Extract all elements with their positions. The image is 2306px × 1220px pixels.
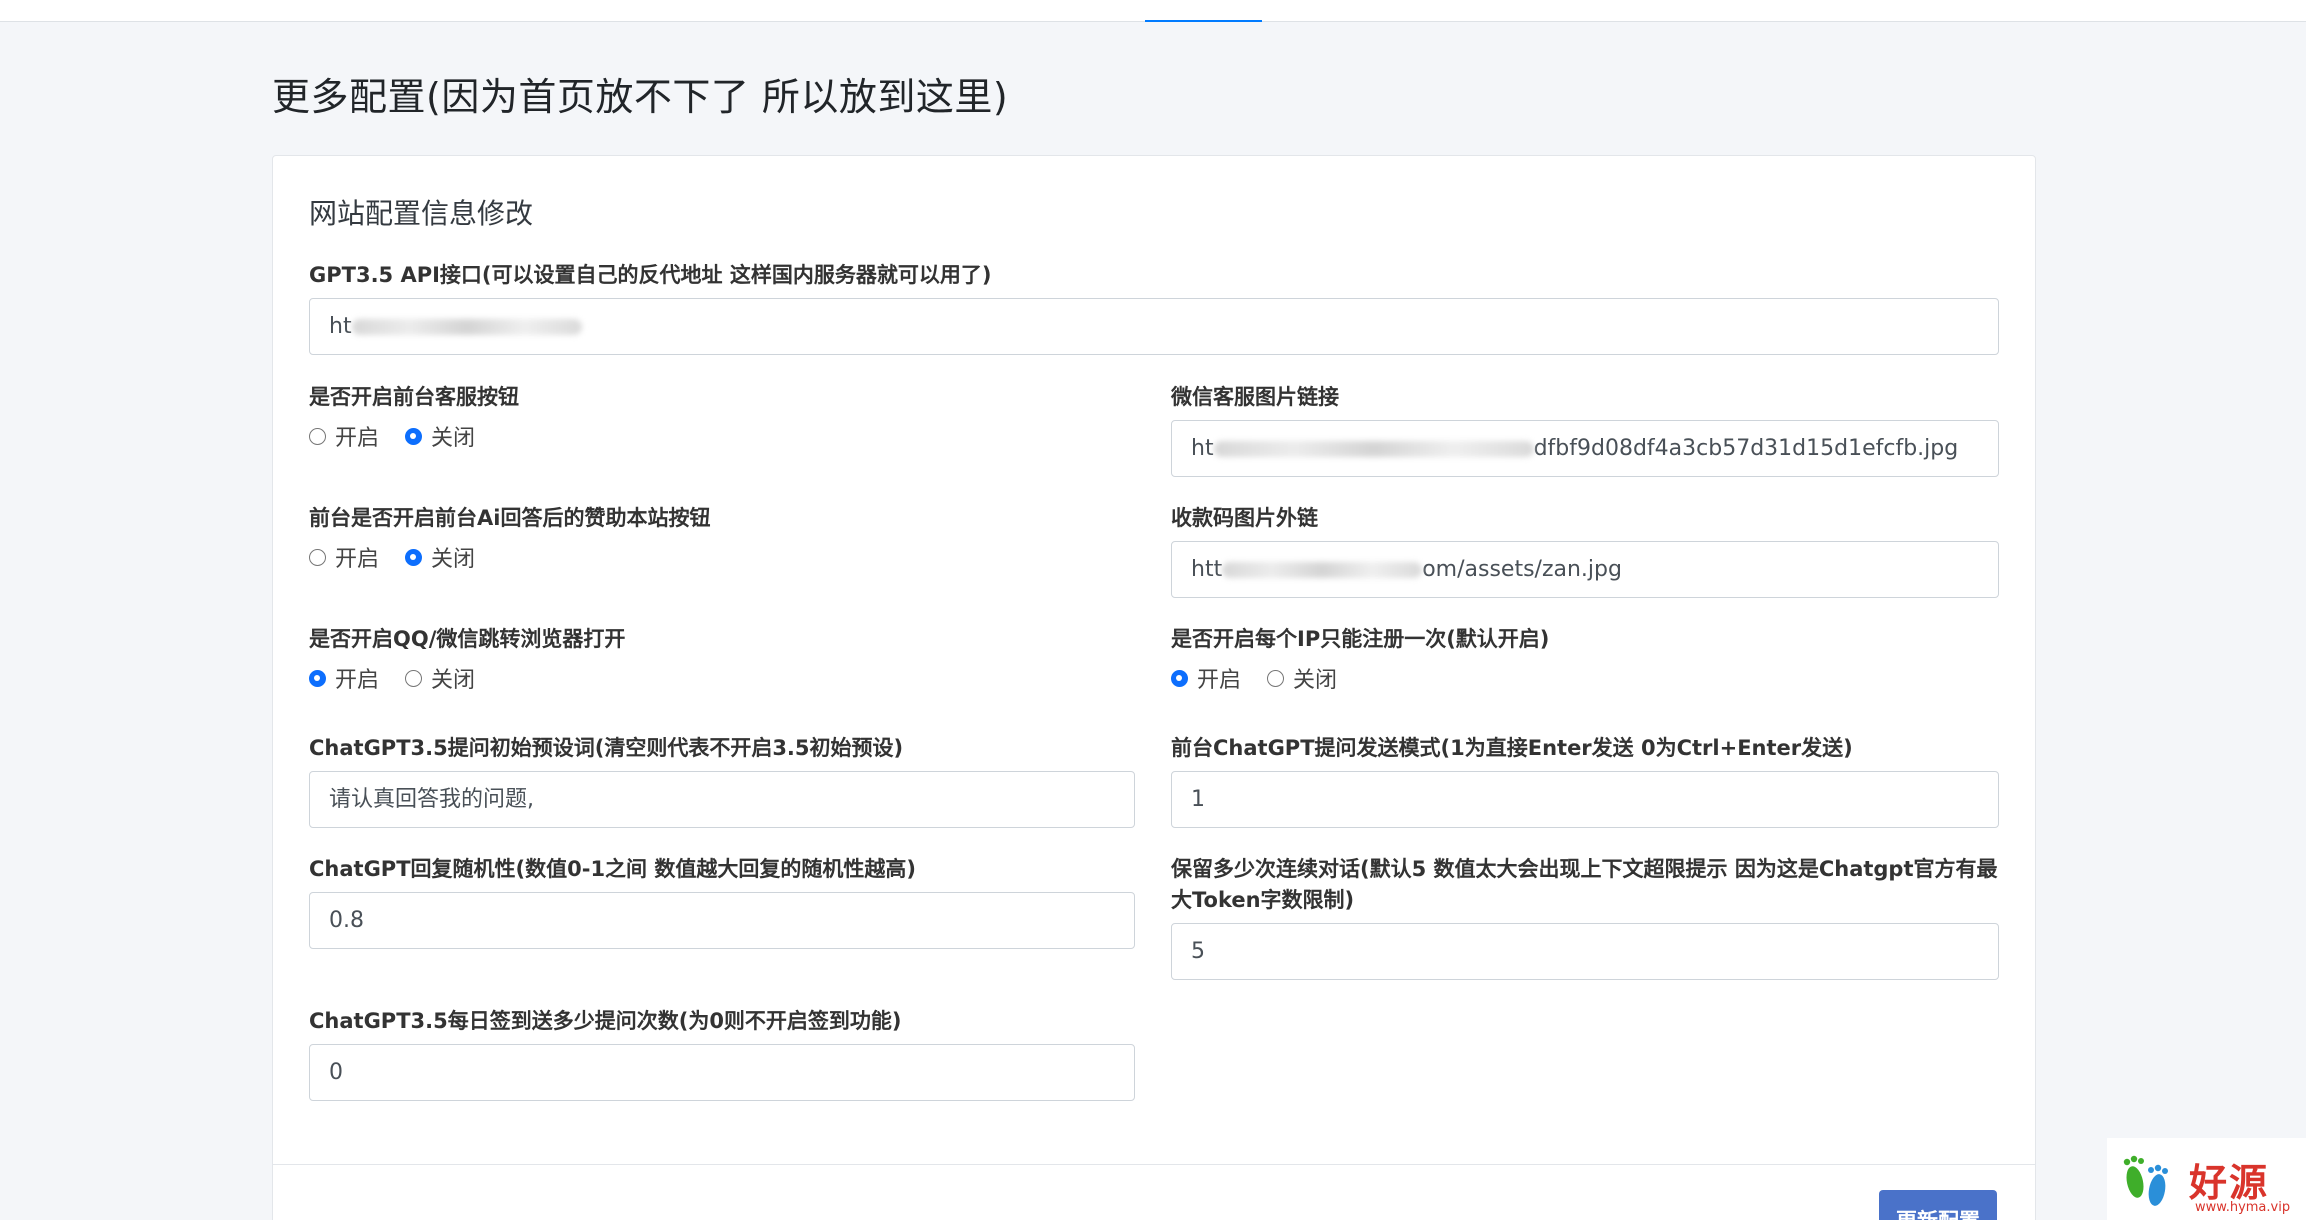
radio-unchecked-icon[interactable] (405, 669, 423, 687)
browser-jump-radios: 开启 关闭 (309, 663, 1135, 693)
send-mode-label: 前台ChatGPT提问发送模式(1为直接Enter发送 0为Ctrl+Enter… (1171, 736, 1853, 760)
wechat-image-field: 微信客服图片链接 ht dfbf9d08df4a3cb57d31d15d1efcf… (1171, 382, 1999, 477)
randomness-label: ChatGPT回复随机性(数值0-1之间 数值越大回复的随机性越高) (309, 857, 916, 881)
radio-checked-icon[interactable] (1171, 669, 1188, 687)
ip-once-radios: 开启 关闭 (1171, 663, 1999, 693)
redacted-blur (1222, 562, 1423, 578)
radio-unchecked-icon[interactable] (1267, 669, 1285, 687)
wechat-image-label: 微信客服图片链接 (1171, 385, 1339, 409)
radio-checked-icon[interactable] (405, 427, 423, 445)
send-mode-input[interactable]: 1 (1171, 771, 1999, 828)
top-navbar (0, 0, 2306, 22)
preset-prompt-label: ChatGPT3.5提问初始预设词(清空则代表不开启3.5初始预设) (309, 736, 904, 760)
card-footer-divider (273, 1164, 2035, 1165)
browser-jump-label: 是否开启QQ/微信跳转浏览器打开 (309, 627, 626, 651)
footprint-logo-icon (2123, 1155, 2168, 1206)
qr-image-field: 收款码图片外链 htt om/assets/zan.jpg (1171, 503, 1999, 598)
ip-once-option-on[interactable]: 开启 (1171, 662, 1241, 694)
checkin-input[interactable]: 0 (309, 1044, 1135, 1101)
ip-once-option-off[interactable]: 关闭 (1267, 662, 1337, 694)
checkin-label: ChatGPT3.5每日签到送多少提问次数(为0则不开启签到功能) (309, 1009, 902, 1033)
browser-jump-option-on[interactable]: 开启 (309, 662, 379, 694)
redacted-blur (351, 319, 582, 335)
radio-checked-icon[interactable] (309, 669, 326, 687)
checkin-field: ChatGPT3.5每日签到送多少提问次数(为0则不开启签到功能) 0 (309, 1006, 1135, 1101)
wechat-image-input[interactable]: ht dfbf9d08df4a3cb57d31d15d1efcfb.jpg (1171, 420, 1999, 477)
qr-image-label: 收款码图片外链 (1171, 506, 1318, 530)
browser-jump-option-off[interactable]: 关闭 (405, 662, 475, 694)
ip-once-field: 是否开启每个IP只能注册一次(默认开启) 开启 关闭 (1171, 624, 1999, 693)
preset-prompt-field: ChatGPT3.5提问初始预设词(清空则代表不开启3.5初始预设) 请认真回答… (309, 733, 1135, 828)
sponsor-button-label: 前台是否开启前台Ai回答后的赞助本站按钮 (309, 506, 711, 530)
preset-prompt-input[interactable]: 请认真回答我的问题, (309, 771, 1135, 828)
sponsor-button-option-on[interactable]: 开启 (309, 541, 379, 573)
service-button-radios: 开启 关闭 (309, 421, 1135, 451)
card-title: 网站配置信息修改 (309, 197, 534, 230)
browser-jump-field: 是否开启QQ/微信跳转浏览器打开 开启 关闭 (309, 624, 1135, 693)
send-mode-field: 前台ChatGPT提问发送模式(1为直接Enter发送 0为Ctrl+Enter… (1171, 733, 1999, 828)
qr-image-input[interactable]: htt om/assets/zan.jpg (1171, 541, 1999, 598)
page-title: 更多配置(因为首页放不下了 所以放到这里) (272, 75, 1009, 119)
service-button-option-on[interactable]: 开启 (309, 420, 379, 452)
context-count-input[interactable]: 5 (1171, 923, 1999, 980)
sponsor-button-radios: 开启 关闭 (309, 542, 1135, 572)
radio-unchecked-icon[interactable] (309, 427, 326, 445)
config-card: 网站配置信息修改 GPT3.5 API接口(可以设置自己的反代地址 这样国内服务… (272, 155, 2036, 1220)
context-count-field: 保留多少次连续对话(默认5 数值太大会出现上下文超限提示 因为这是Chatgpt… (1171, 854, 1999, 980)
api-input[interactable]: ht (309, 298, 1999, 355)
radio-unchecked-icon[interactable] (309, 548, 326, 566)
randomness-field: ChatGPT回复随机性(数值0-1之间 数值越大回复的随机性越高) 0.8 (309, 854, 1135, 949)
service-button-field: 是否开启前台客服按钮 开启 关闭 (309, 382, 1135, 451)
api-field: GPT3.5 API接口(可以设置自己的反代地址 这样国内服务器就可以用了) h… (309, 260, 1999, 355)
api-value-prefix: ht (329, 314, 352, 339)
ip-once-label: 是否开启每个IP只能注册一次(默认开启) (1171, 627, 1550, 651)
watermark: 好源码 www.hyma.vip (2107, 1138, 2306, 1220)
watermark-url: www.hyma.vip (2195, 1200, 2291, 1215)
context-count-label: 保留多少次连续对话(默认5 数值太大会出现上下文超限提示 因为这是Chatgpt… (1171, 857, 1998, 912)
active-tab-indicator (1145, 20, 1262, 22)
update-config-button[interactable]: 更新配置 (1879, 1190, 1997, 1220)
radio-checked-icon[interactable] (405, 548, 423, 566)
service-button-label: 是否开启前台客服按钮 (309, 385, 519, 409)
sponsor-button-option-off[interactable]: 关闭 (405, 541, 475, 573)
api-label: GPT3.5 API接口(可以设置自己的反代地址 这样国内服务器就可以用了) (309, 263, 992, 287)
randomness-input[interactable]: 0.8 (309, 892, 1135, 949)
redacted-blur (1213, 441, 1534, 457)
service-button-option-off[interactable]: 关闭 (405, 420, 475, 452)
sponsor-button-field: 前台是否开启前台Ai回答后的赞助本站按钮 开启 关闭 (309, 503, 1135, 572)
